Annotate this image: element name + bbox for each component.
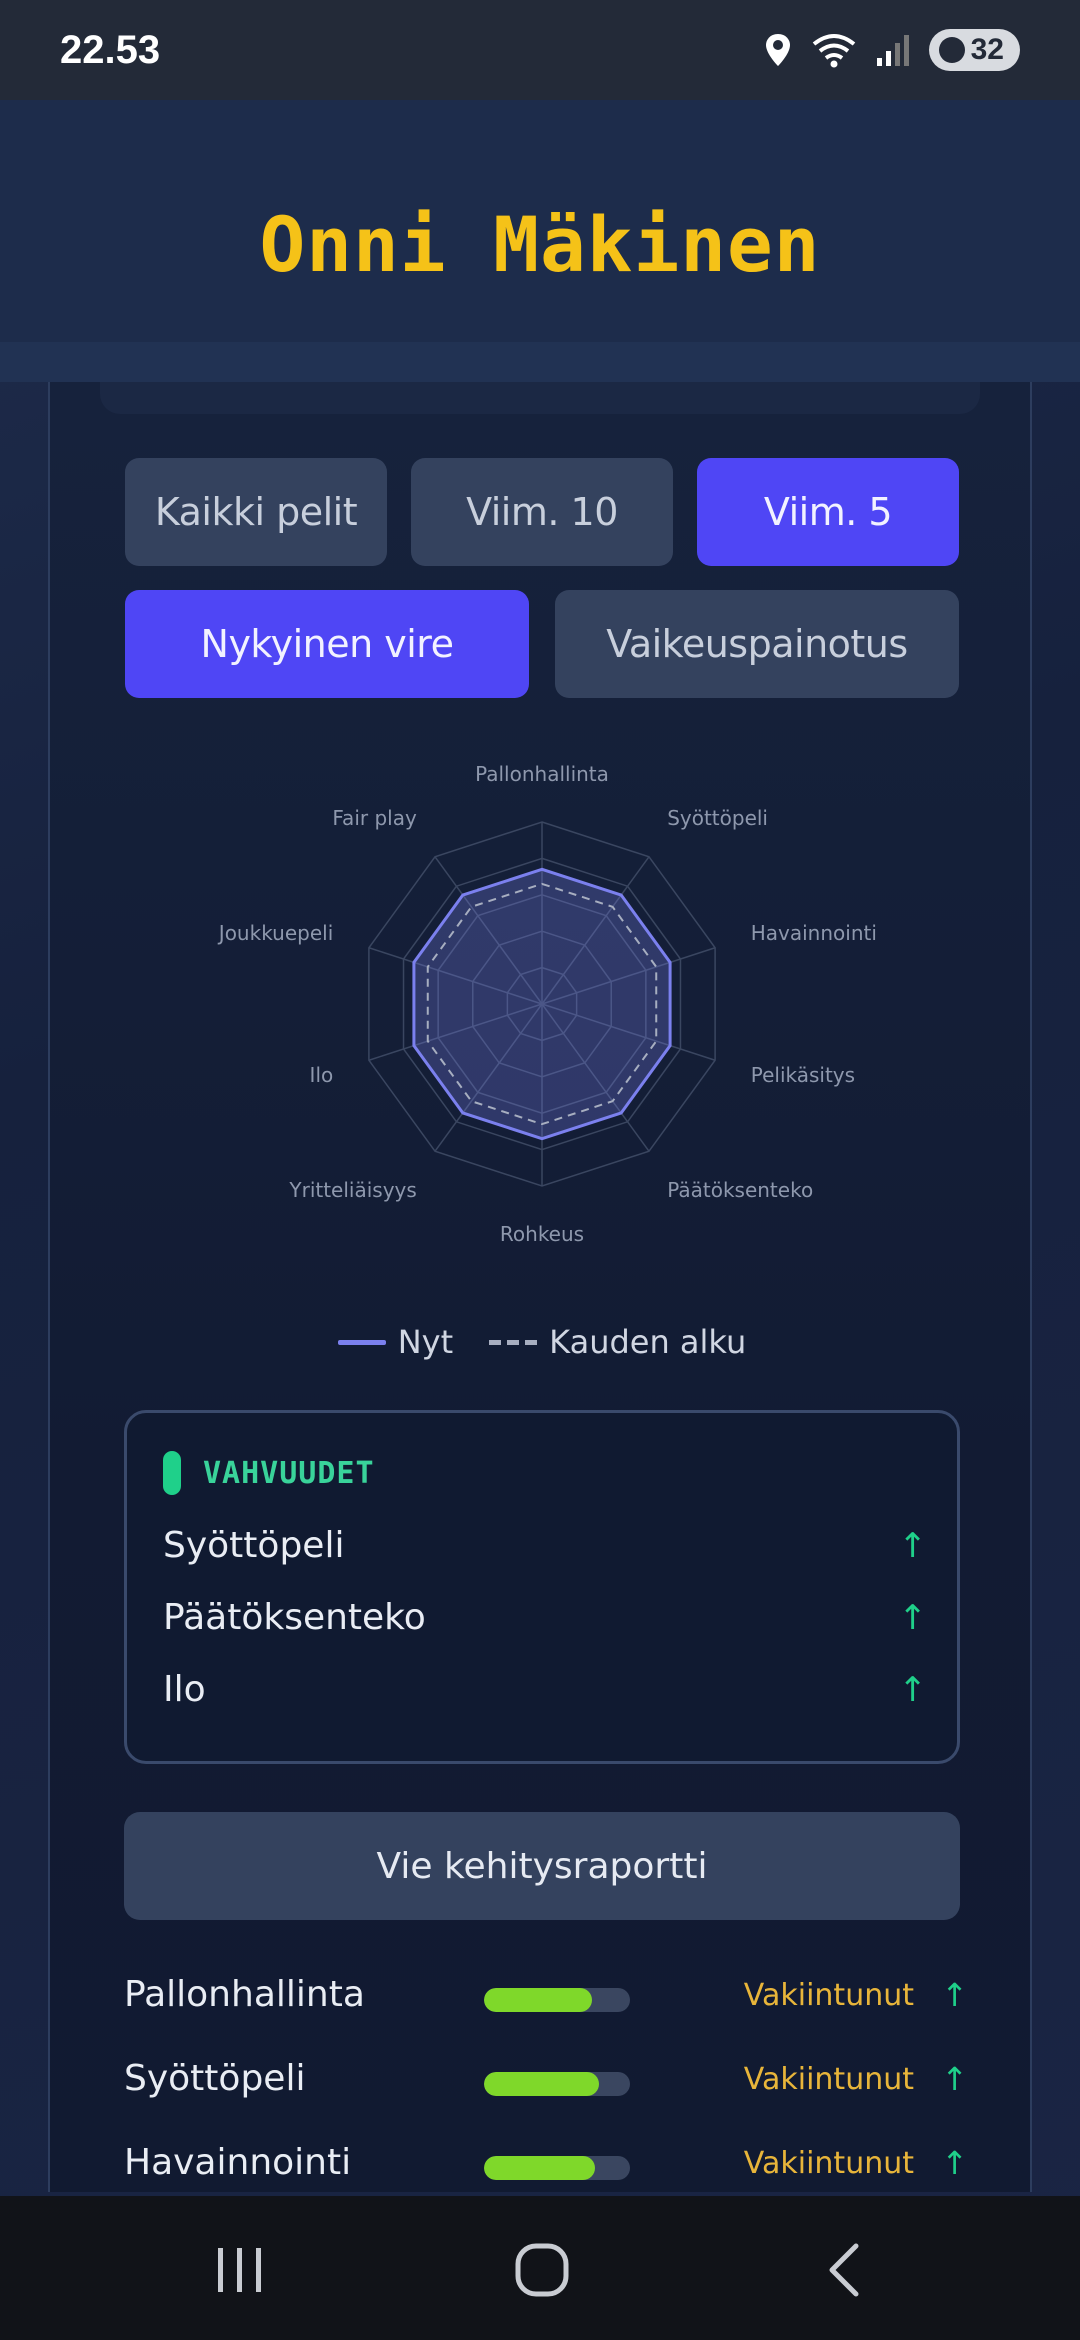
strength-label: Syöttöpeli [163, 1525, 345, 1566]
stat-label: Syöttöpeli [124, 2058, 306, 2099]
export-report-button[interactable]: Vie kehitysraportti [124, 1812, 960, 1920]
location-icon [765, 34, 790, 66]
strength-label: Päätöksenteko [163, 1597, 426, 1638]
player-panel: Kaikki pelit Viim. 10 Viim. 5 Nykyinen v… [48, 382, 1032, 2192]
strength-item: Syöttöpeli ↑ [163, 1525, 927, 1566]
chart-legend: Nyt Kauden alku [50, 1312, 1030, 1372]
radar-chart: Pallonhallinta Syöttöpeli Havainnointi Peli… [217, 762, 877, 1246]
app-header: Onni Mäkinen [0, 100, 1080, 382]
filter-last-5-button[interactable]: Viim. 5 [697, 458, 959, 566]
radar-axis-label: Joukkuepeli [217, 921, 333, 945]
mode-difficulty-weighting-button[interactable]: Vaikeuspainotus [555, 590, 959, 698]
stat-progress-fill [484, 2072, 600, 2096]
radar-axis-label: Rohkeus [500, 1222, 584, 1246]
page-title: Onni Mäkinen [259, 200, 821, 289]
mode-current-form-button[interactable]: Nykyinen vire [125, 590, 529, 698]
trend-up-icon: ↑ [898, 1597, 928, 1638]
legend-season-start: Kauden alku [489, 1323, 746, 1361]
stat-progress-bar [484, 2156, 630, 2180]
stat-row: Havainnointi Vakiintunut ↑ [124, 2134, 1004, 2192]
radar-axis-label: Pallonhallinta [475, 762, 609, 786]
trend-up-icon: ↑ [941, 1976, 968, 2014]
legend-now: Nyt [337, 1323, 454, 1361]
battery-level: 32 [970, 33, 1004, 66]
legend-solid-swatch [337, 1339, 386, 1345]
strengths-marker [163, 1451, 181, 1495]
stat-progress-fill [484, 1988, 593, 2012]
radar-series-now [412, 867, 672, 1141]
stat-progress-bar [484, 1988, 630, 2012]
trend-up-icon: ↑ [898, 1525, 928, 1566]
strengths-card: VAHVUUDET Syöttöpeli ↑ Päätöksenteko ↑ I… [124, 1410, 960, 1764]
stat-progress-bar [484, 2072, 630, 2096]
radar-axis-label: Päätöksenteko [667, 1178, 813, 1202]
stat-status: Vakiintunut [743, 1978, 914, 2013]
legend-now-label: Nyt [397, 1323, 454, 1361]
trend-up-icon: ↑ [898, 1669, 928, 1710]
strength-item: Päätöksenteko ↑ [163, 1597, 927, 1638]
recent-apps-icon[interactable] [212, 2242, 268, 2298]
strengths-title: VAHVUUDET [203, 1455, 375, 1491]
radar-axis-label: Pelikäsitys [751, 1063, 855, 1087]
stat-row: Syöttöpeli Vakiintunut ↑ [124, 2050, 1004, 2110]
strength-item: Ilo ↑ [163, 1669, 927, 1710]
legend-dashed-swatch [489, 1339, 538, 1345]
stat-row: Pallonhallinta Vakiintunut ↑ [124, 1966, 1004, 2026]
strength-label: Ilo [163, 1669, 206, 1710]
status-bar: 22.53 32 [0, 0, 1080, 100]
legend-season-start-label: Kauden alku [549, 1323, 747, 1361]
stat-status: Vakiintunut [743, 2146, 914, 2181]
status-icons: 32 [763, 29, 1020, 71]
header-band [0, 342, 1080, 382]
signal-icon [876, 35, 909, 66]
stat-label: Havainnointi [124, 2142, 352, 2183]
stat-status: Vakiintunut [743, 2062, 914, 2097]
radar-axis-label: Syöttöpeli [667, 806, 768, 830]
top-card [100, 382, 980, 414]
home-icon[interactable] [512, 2240, 572, 2300]
stat-label: Pallonhallinta [124, 1974, 365, 2015]
battery-saver-icon [938, 37, 965, 63]
radar-axis-label: Ilo [310, 1063, 334, 1087]
wifi-icon [812, 34, 855, 68]
trend-up-icon: ↑ [941, 2144, 968, 2182]
status-time: 22.53 [60, 27, 161, 72]
system-navigation-bar [0, 2196, 1080, 2340]
strengths-header: VAHVUUDET [163, 1451, 375, 1495]
trend-up-icon: ↑ [941, 2060, 968, 2098]
stat-progress-fill [484, 2156, 595, 2180]
radar-axis-label: Yritteliäisyys [288, 1178, 416, 1202]
filter-last-10-button[interactable]: Viim. 10 [411, 458, 673, 566]
battery-indicator: 32 [928, 29, 1020, 71]
radar-axis-label: Fair play [332, 806, 417, 830]
back-icon[interactable] [820, 2240, 870, 2300]
radar-axis-label: Havainnointi [751, 921, 877, 945]
filter-all-games-button[interactable]: Kaikki pelit [125, 458, 387, 566]
